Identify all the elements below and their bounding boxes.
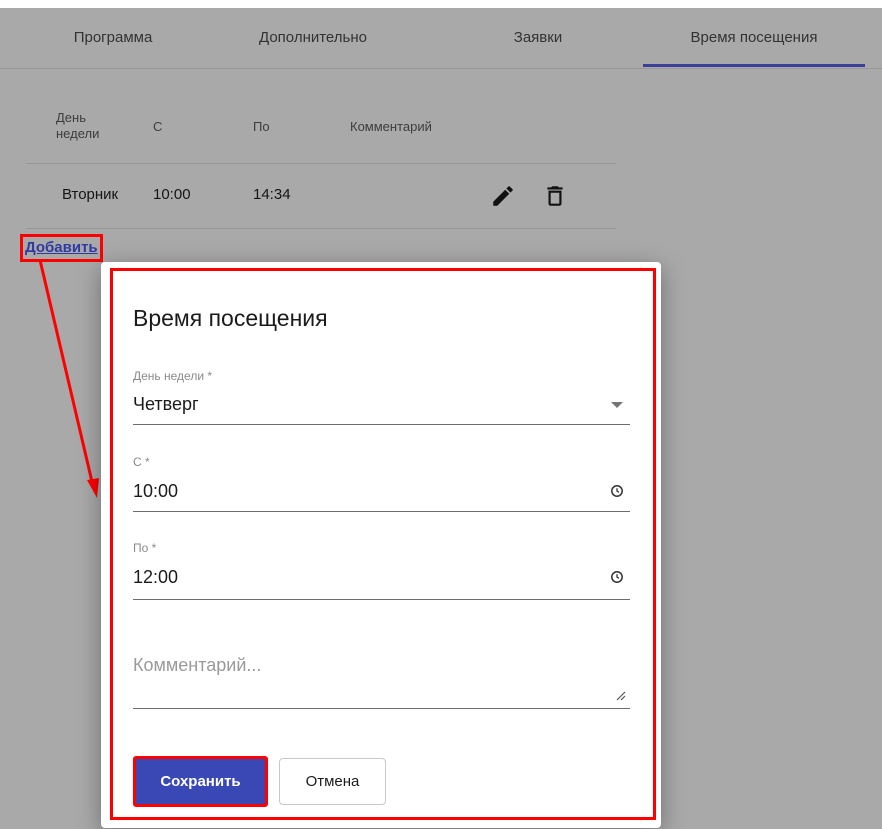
- column-header-day: День недели: [56, 110, 100, 141]
- add-link[interactable]: Добавить: [20, 234, 103, 262]
- from-time-underline: [133, 511, 630, 512]
- row-day: Вторник: [62, 186, 119, 203]
- dialog-title: Время посещения: [133, 305, 328, 331]
- day-of-week-select[interactable]: Четверг: [133, 394, 199, 415]
- tab-visit-time[interactable]: Время посещения: [643, 8, 865, 68]
- comment-textarea[interactable]: Комментарий...: [133, 655, 261, 676]
- trash-icon[interactable]: [542, 183, 568, 214]
- clock-icon[interactable]: [610, 484, 624, 503]
- to-time-label: По *: [133, 541, 157, 555]
- pencil-icon[interactable]: [490, 183, 516, 214]
- column-header-from: С: [153, 119, 163, 134]
- comment-underline: [133, 708, 630, 709]
- cancel-button[interactable]: Отмена: [279, 758, 386, 805]
- tab-requests[interactable]: Заявки: [453, 8, 623, 68]
- tab-program[interactable]: Программа: [28, 8, 198, 68]
- from-time-label: С *: [133, 455, 150, 469]
- to-time-underline: [133, 599, 630, 600]
- day-of-week-label: День недели *: [133, 369, 213, 383]
- chevron-down-icon[interactable]: [611, 402, 623, 408]
- save-button[interactable]: Сохранить: [133, 756, 268, 807]
- row-to: 14:34: [253, 186, 291, 203]
- row-divider: [26, 228, 616, 229]
- row-from: 10:00: [153, 186, 191, 203]
- day-of-week-underline: [133, 424, 630, 425]
- to-time-input[interactable]: 12:00: [133, 567, 178, 588]
- clock-icon[interactable]: [610, 570, 624, 589]
- visit-time-dialog: [101, 262, 661, 828]
- column-header-comment: Комментарий: [350, 119, 432, 134]
- tab-additional[interactable]: Дополнительно: [228, 8, 398, 68]
- resize-handle-icon[interactable]: [614, 688, 626, 706]
- column-header-to: По: [253, 119, 270, 134]
- active-tab-indicator: [643, 64, 865, 67]
- top-strip: [0, 0, 882, 8]
- tabs-divider: [0, 68, 882, 69]
- header-divider: [26, 163, 616, 164]
- from-time-input[interactable]: 10:00: [133, 481, 178, 502]
- tab-bar: Программа Дополнительно Заявки Время пос…: [0, 8, 882, 68]
